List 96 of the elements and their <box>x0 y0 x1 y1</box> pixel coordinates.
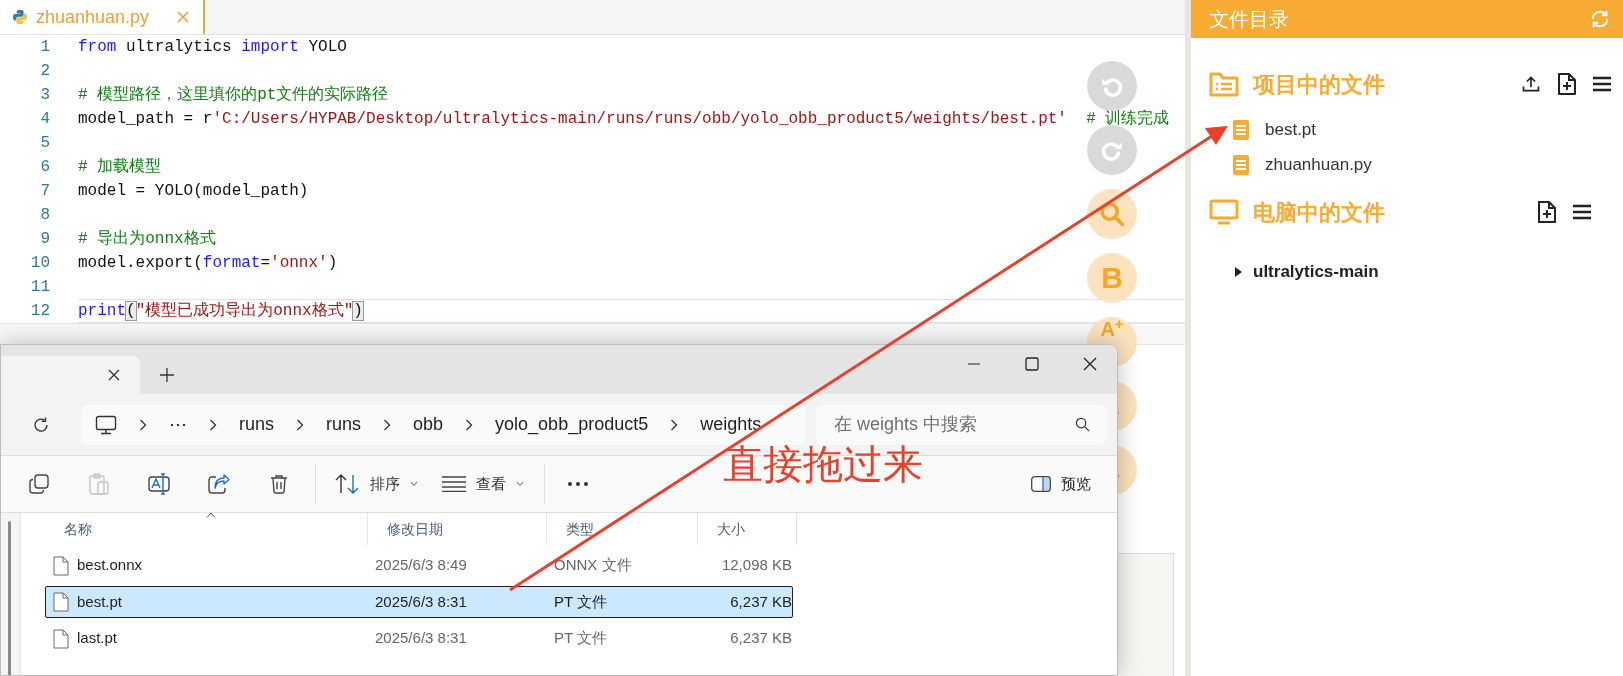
refresh-icon[interactable] <box>32 415 50 434</box>
chevron-right-icon <box>139 418 147 431</box>
new-file-icon[interactable] <box>1537 201 1557 223</box>
sort-button[interactable]: 排序 <box>322 464 430 504</box>
python-icon <box>12 9 28 25</box>
breadcrumb-item[interactable]: yolo_obb_product5 <box>495 411 649 438</box>
sort-arrows-icon <box>334 474 360 494</box>
code-line: print("模型已成功导出为onnx格式") <box>78 301 363 321</box>
chevron-right-icon <box>383 418 392 431</box>
column-header[interactable]: 大小 <box>697 513 797 545</box>
code-line: model_path = r'C:/Users/HYPAB/Desktop/ultralytics-main/runs/runs/obb/yolo_obb_product5/weights/best.pt' # 训练完成 <box>78 109 1170 129</box>
breadcrumb-item[interactable]: weights <box>700 411 762 438</box>
type-text: PT 文件 <box>553 628 609 649</box>
sort-caret-icon <box>206 512 216 518</box>
column-header[interactable]: 修改日期 <box>367 513 546 545</box>
code-line: # 加载模型 <box>78 157 162 177</box>
type-text: ONNX 文件 <box>553 555 633 576</box>
monitor-icon <box>95 414 117 435</box>
chevron-right-icon <box>465 418 474 431</box>
date-text: 2025/6/3 8:31 <box>374 628 468 649</box>
file-icon <box>53 628 69 649</box>
document-icon <box>1233 154 1249 175</box>
document-icon <box>1233 119 1249 140</box>
upload-icon[interactable] <box>1521 74 1541 94</box>
menu-icon[interactable] <box>1573 204 1591 220</box>
section-title: 电脑中的文件 <box>1253 198 1386 227</box>
date-text: 2025/6/3 8:31 <box>374 591 468 612</box>
size-text: 6,237 KB <box>729 591 792 612</box>
breadcrumb-item[interactable]: ⋯ <box>169 411 187 438</box>
folder-tree-item[interactable]: ultralytics-main <box>1191 254 1623 289</box>
trash-icon[interactable] <box>270 474 288 494</box>
column-header[interactable]: 名称 <box>45 513 367 545</box>
panel-toggle-icon <box>1031 476 1051 492</box>
file-row[interactable]: best.onnx 2025/6/3 8:49 ONNX 文件 12,098 KB <box>45 549 793 582</box>
line-number: 6 <box>39 157 50 178</box>
file-row[interactable]: last.pt 2025/6/3 8:31 PT 文件 6,237 KB <box>45 622 793 655</box>
code-line: from ultralytics import YOLO <box>78 37 347 57</box>
copy-icon[interactable] <box>29 474 49 494</box>
line-number: 10 <box>29 253 50 274</box>
folder-icon <box>1209 71 1239 97</box>
breadcrumb-item[interactable]: obb <box>413 411 444 438</box>
preview-button[interactable]: 预览 <box>1031 472 1091 496</box>
chevron-down-icon <box>410 481 418 487</box>
new-tab-icon[interactable] <box>160 368 174 382</box>
line-number: 7 <box>39 181 50 202</box>
line-number: 9 <box>39 229 50 250</box>
section-title: 项目中的文件 <box>1253 70 1386 99</box>
line-number: 2 <box>39 61 50 82</box>
line-number: 11 <box>29 277 50 298</box>
date-text: 2025/6/3 8:49 <box>374 555 468 576</box>
panel-title: 文件目录 <box>1209 7 1289 32</box>
new-file-icon[interactable] <box>1557 73 1577 95</box>
more-icon[interactable] <box>568 482 588 486</box>
file-icon <box>53 592 69 612</box>
code-line: model = YOLO(model_path) <box>78 181 309 201</box>
size-text: 6,237 KB <box>729 628 792 649</box>
line-number: 1 <box>39 37 50 58</box>
line-number: 5 <box>39 133 50 154</box>
close-icon[interactable] <box>108 369 120 381</box>
line-number: 12 <box>29 301 50 322</box>
code-line: model.export(format='onnx') <box>78 253 338 273</box>
type-text: PT 文件 <box>553 591 609 612</box>
search-icon <box>1098 200 1126 228</box>
view-button[interactable]: 查看 <box>430 464 536 504</box>
line-number: 4 <box>39 109 50 130</box>
breadcrumb-item[interactable]: runs <box>239 411 274 438</box>
menu-icon[interactable] <box>1593 76 1611 92</box>
rename-icon[interactable] <box>148 473 170 495</box>
annotation-text: 直接拖过来 <box>723 442 923 486</box>
search-field[interactable]: 在 weights 中搜索 <box>816 404 1106 445</box>
file-name: last.pt <box>77 628 118 649</box>
chevron-right-icon <box>670 418 679 431</box>
chevron-down-icon <box>516 481 524 487</box>
breadcrumb-item[interactable]: runs <box>326 411 362 438</box>
monitor-icon <box>1209 199 1239 225</box>
scrollbar[interactable] <box>8 521 11 675</box>
address-bar[interactable]: ⋯ runs runs obb yolo_obb_product5 weights <box>81 404 806 445</box>
chevron-right-icon <box>296 418 304 431</box>
file-icon <box>53 555 69 576</box>
chevron-right-icon <box>209 418 217 431</box>
code-line: # 模型路径，这里填你的pt文件的实际路径 <box>78 85 389 105</box>
file-item[interactable]: best.pt <box>1191 112 1623 147</box>
code-line: # 导出为onnx格式 <box>78 229 216 249</box>
file-name: best.onnx <box>77 555 143 576</box>
line-number: 3 <box>39 85 50 106</box>
file-row[interactable]: best.pt 2025/6/3 8:31 PT 文件 6,237 KB <box>45 586 793 618</box>
size-text: 12,098 KB <box>720 555 792 576</box>
file-name: best.pt <box>77 591 123 612</box>
maximize-icon[interactable] <box>1025 357 1039 371</box>
search-icon <box>1075 416 1090 432</box>
column-header[interactable]: 类型 <box>546 513 697 545</box>
close-icon[interactable] <box>1083 357 1097 371</box>
file-item[interactable]: zhuanhuan.py <box>1191 147 1623 182</box>
line-number: 8 <box>39 205 50 226</box>
list-icon <box>442 476 466 492</box>
share-icon[interactable] <box>208 474 230 494</box>
